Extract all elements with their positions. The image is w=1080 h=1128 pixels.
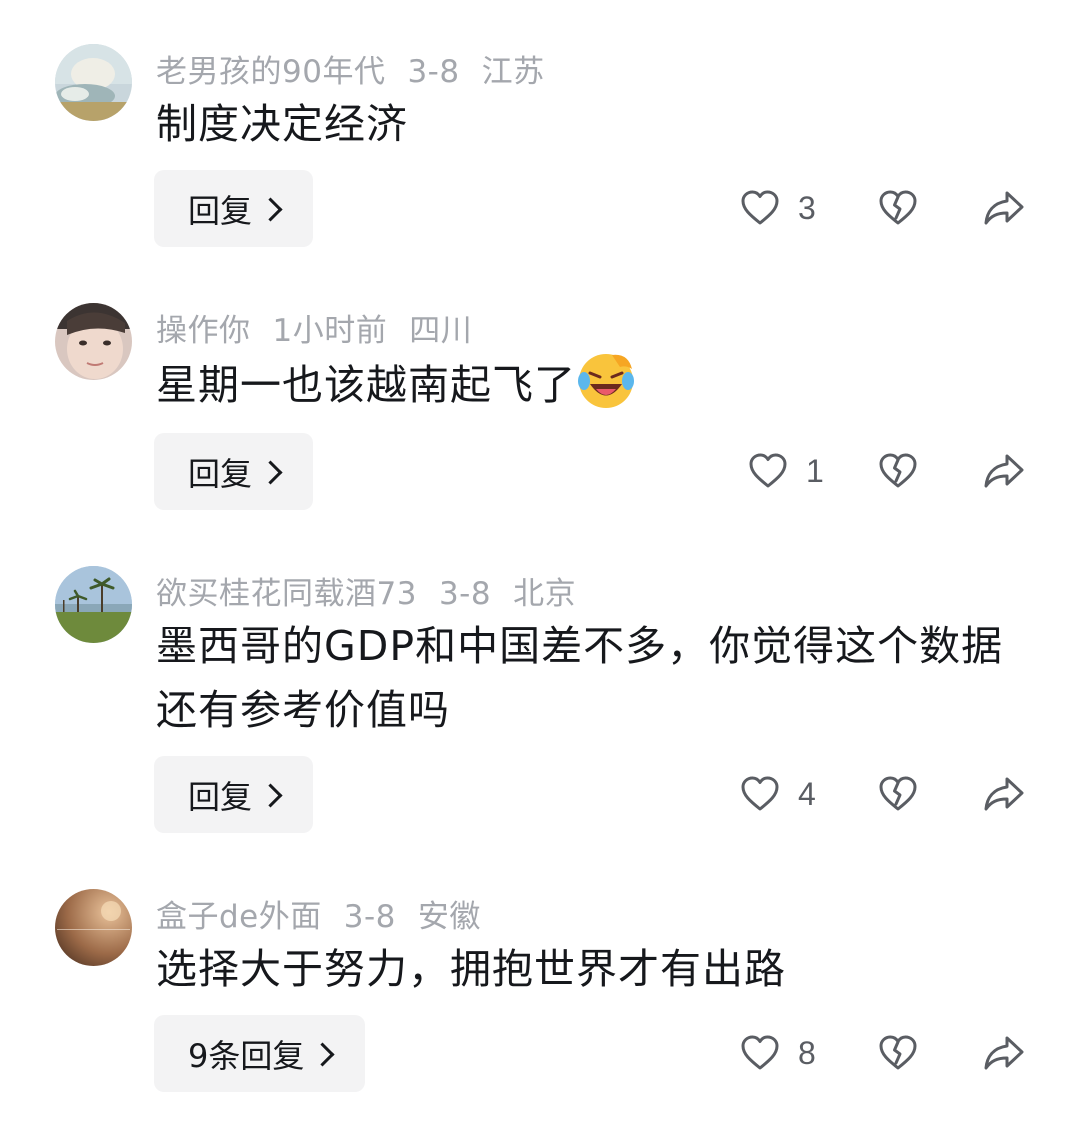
reply-label: 回复 [188, 191, 253, 230]
avatar[interactable] [55, 303, 132, 380]
reply-label: 9条回复 [188, 1036, 305, 1075]
laughing-face-emoji [578, 354, 634, 408]
dislike-button[interactable] [878, 451, 918, 491]
dislike-button[interactable] [878, 1033, 918, 1073]
like-button[interactable]: 8 [740, 1033, 816, 1073]
username[interactable]: 操作你 [156, 313, 251, 349]
reply-label: 回复 [188, 454, 253, 493]
avatar[interactable] [55, 44, 132, 121]
share-button[interactable] [983, 188, 1025, 228]
comment-meta: 盒子de外面 3-8 安徽 [156, 891, 503, 936]
broken-heart-icon [879, 190, 917, 225]
like-button[interactable]: 3 [740, 188, 816, 228]
comment-date: 1小时前 [272, 313, 388, 349]
like-count: 8 [798, 1034, 816, 1071]
avatar[interactable] [55, 889, 132, 966]
comment-text: 星期一也该越南起飞了 [156, 351, 1026, 417]
comment-location: 北京 [513, 576, 577, 612]
avatar[interactable] [55, 566, 132, 643]
like-count: 1 [806, 452, 824, 489]
comment-text: 墨西哥的GDP和中国差不多，你觉得这个数据还有参考价值吗 [156, 622, 1004, 734]
comment-location: 四川 [409, 313, 473, 349]
username[interactable]: 盒子de外面 [156, 899, 322, 935]
share-arrow-icon [984, 777, 1024, 811]
reply-button[interactable]: 回复 [154, 756, 314, 833]
reply-button[interactable]: 回复 [154, 170, 314, 247]
chevron-right-icon [258, 783, 283, 808]
like-button[interactable]: 4 [740, 774, 816, 814]
reply-button[interactable]: 9条回复 [154, 1015, 366, 1092]
comment-date: 3-8 [438, 576, 492, 612]
comment-text: 制度决定经济 [156, 100, 408, 148]
comment-meta: 操作你 1小时前 四川 [156, 305, 494, 350]
share-arrow-icon [984, 1036, 1024, 1070]
broken-heart-icon [879, 776, 917, 811]
comment-meta: 老男孩的90年代 3-8 江苏 [156, 46, 567, 91]
comment-date: 3-8 [343, 899, 396, 935]
comment-meta: 欲买桂花同载酒73 3-8 北京 [156, 568, 598, 613]
like-count: 4 [798, 775, 816, 812]
comment-text: 选择大于努力，拥抱世界才有出路 [156, 945, 786, 993]
heart-outline-icon [741, 1035, 779, 1070]
like-count: 3 [798, 189, 816, 226]
dislike-button[interactable] [878, 774, 918, 814]
share-button[interactable] [983, 1033, 1025, 1073]
reply-label: 回复 [188, 777, 253, 816]
dislike-button[interactable] [878, 188, 918, 228]
share-arrow-icon [984, 454, 1024, 488]
heart-outline-icon [749, 453, 787, 488]
chevron-right-icon [310, 1042, 335, 1067]
heart-outline-icon [741, 190, 779, 225]
like-button[interactable]: 1 [748, 451, 824, 491]
comment-text-body: 星期一也该越南起飞了 [156, 361, 576, 409]
heart-outline-icon [741, 776, 779, 811]
broken-heart-icon [879, 1035, 917, 1070]
username[interactable]: 老男孩的90年代 [156, 54, 385, 90]
username[interactable]: 欲买桂花同载酒73 [156, 576, 417, 612]
comment-location: 江苏 [481, 54, 545, 90]
chevron-right-icon [258, 197, 283, 222]
share-button[interactable] [983, 451, 1025, 491]
comment-date: 3-8 [407, 54, 460, 90]
broken-heart-icon [879, 453, 917, 488]
share-arrow-icon [984, 191, 1024, 225]
reply-button[interactable]: 回复 [154, 433, 314, 510]
share-button[interactable] [983, 774, 1025, 814]
comment-location: 安徽 [417, 899, 481, 935]
chevron-right-icon [258, 460, 283, 485]
